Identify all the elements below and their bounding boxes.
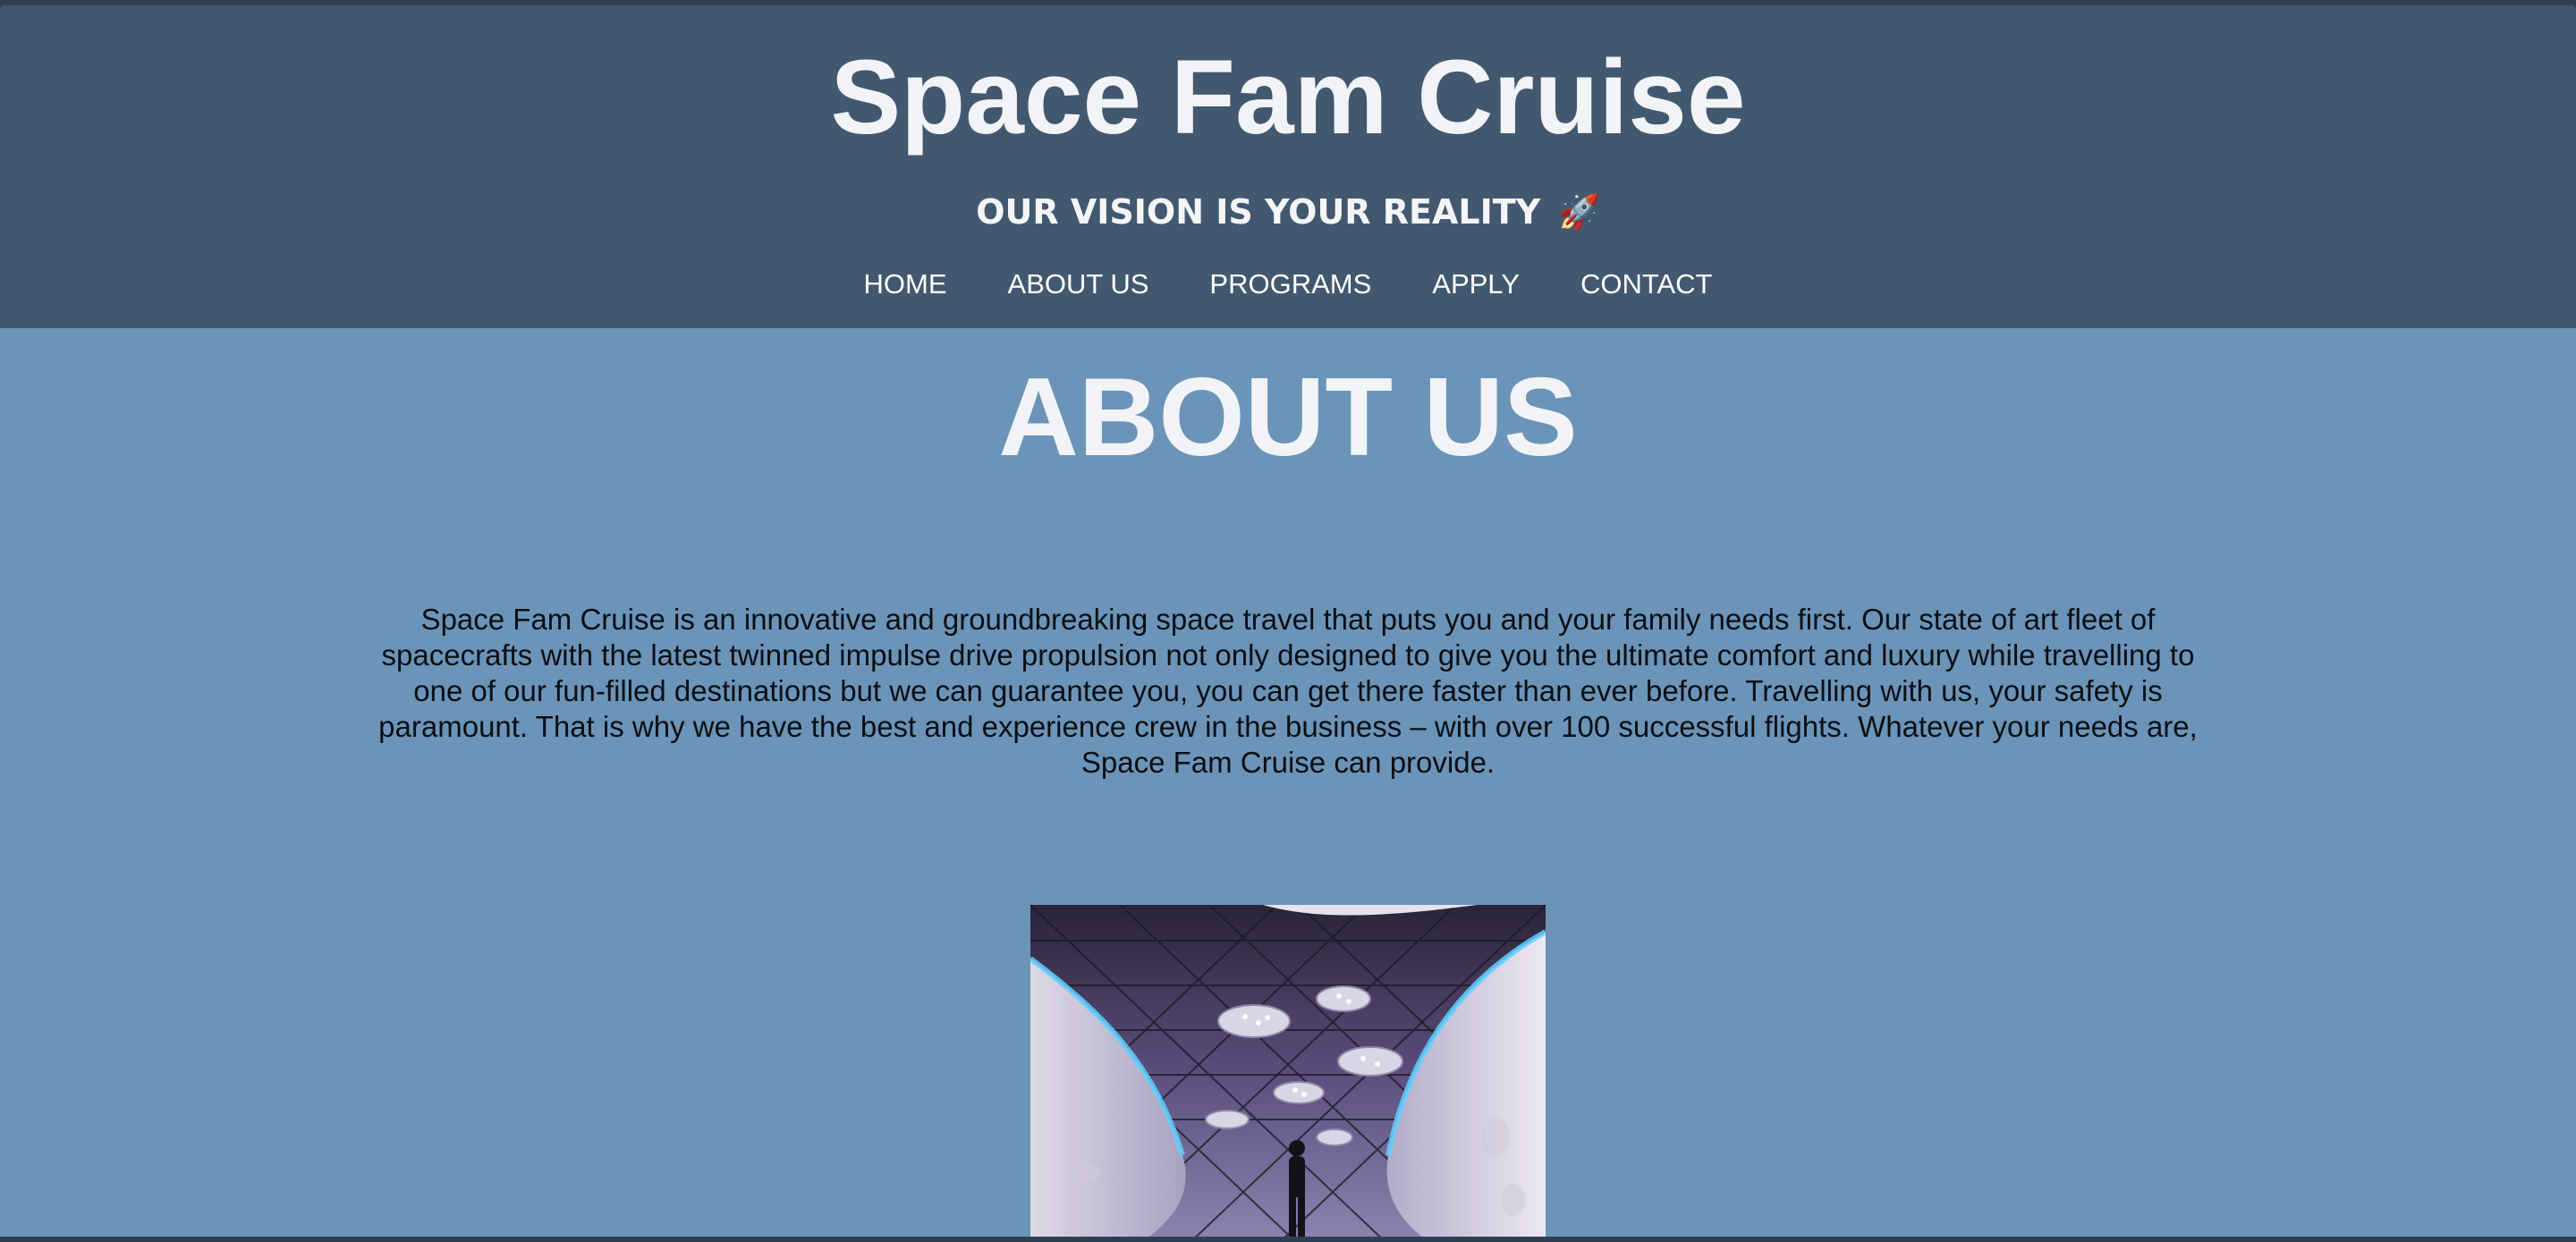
nav-about-us-link[interactable]: ABOUT US	[978, 263, 1180, 306]
nav-apply-link[interactable]: APPLY	[1402, 263, 1550, 306]
site-title: Space Fam Cruise	[830, 38, 1746, 156]
about-description: Space Fam Cruise is an innovative and gr…	[378, 603, 2198, 779]
site-header: Space Fam Cruise OUR VISION IS YOUR REAL…	[0, 5, 2576, 328]
main-navigation: HOME ABOUT US PROGRAMS APPLY CONTACT	[0, 263, 2576, 306]
spacecraft-interior-image	[1030, 905, 1546, 1237]
nav-home-link[interactable]: HOME	[834, 263, 978, 306]
rocket-icon: 🚀	[1557, 192, 1600, 232]
nav-programs-link[interactable]: PROGRAMS	[1179, 263, 1402, 306]
nav-contact-link[interactable]: CONTACT	[1550, 263, 1743, 306]
about-section: ABOUT US Space Fam Cruise is an innovati…	[0, 328, 2576, 1237]
tagline-text: OUR VISION IS YOUR REALITY	[976, 192, 1541, 232]
section-heading: ABOUT US	[998, 356, 1578, 479]
site-tagline: OUR VISION IS YOUR REALITY 🚀	[0, 190, 2576, 234]
browser-viewport: Space Fam Cruise OUR VISION IS YOUR REAL…	[0, 5, 2576, 1237]
